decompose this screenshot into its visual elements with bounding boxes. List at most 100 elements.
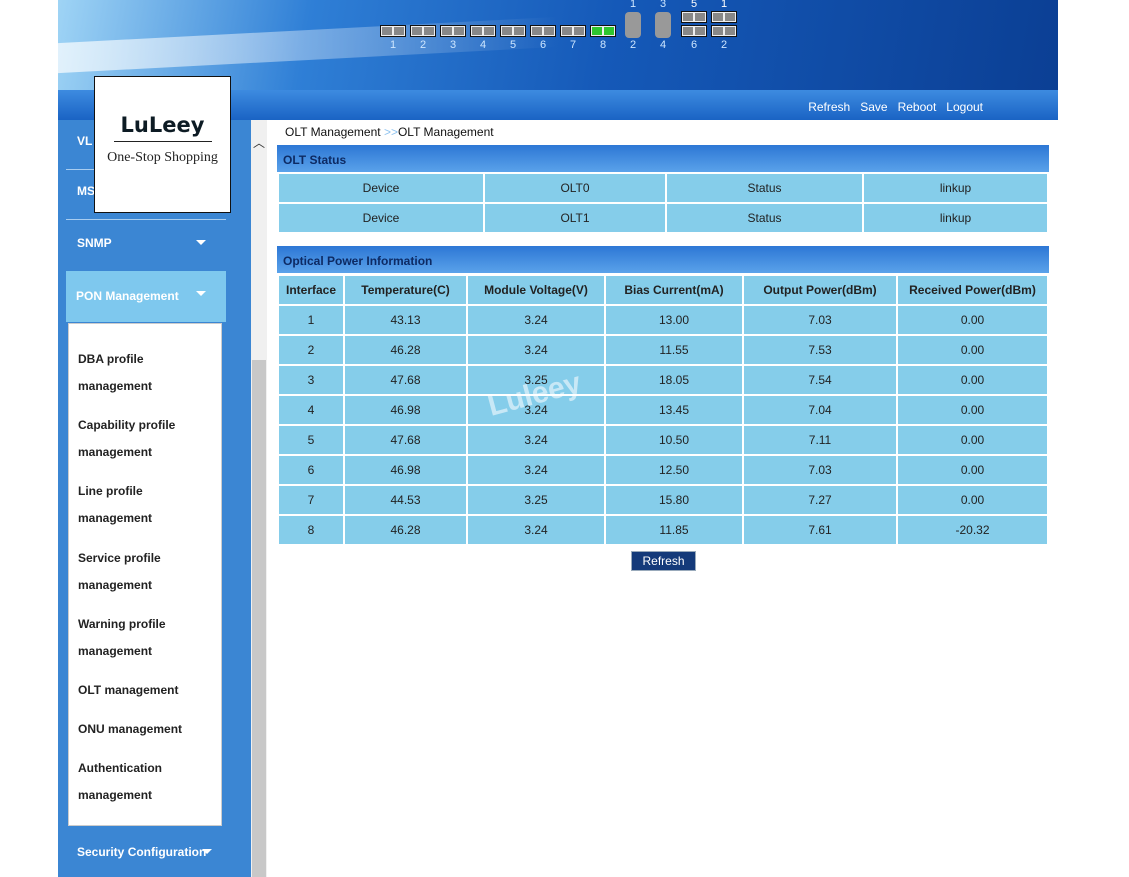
submenu-item[interactable]: Service profile management	[78, 545, 198, 599]
port-label: 2	[419, 39, 427, 51]
table-cell: 47.68	[343, 424, 468, 456]
sidebar-item-security-configuration[interactable]: Security Configuration	[66, 845, 226, 869]
table-cell: 44.53	[343, 484, 468, 516]
sfp-port-indicator	[625, 12, 641, 38]
column-header: Output Power(dBm)	[742, 274, 898, 306]
submenu-item[interactable]: Line profile management	[78, 478, 198, 532]
scrollbar-thumb[interactable]	[252, 360, 266, 877]
refresh-link[interactable]: Refresh	[808, 100, 850, 114]
table-cell: Status	[665, 172, 864, 204]
port-label: 4	[479, 39, 487, 51]
port-4-indicator	[470, 25, 496, 37]
port-5-indicator	[500, 25, 526, 37]
table-cell: 11.85	[604, 514, 744, 546]
chevron-down-icon	[202, 849, 212, 854]
pon-submenu: DBA profile management Capability profile m…	[68, 323, 222, 826]
table-cell: 7.61	[742, 514, 898, 546]
port-label: 5	[690, 0, 698, 10]
table-row: 3 47.68 3.25 18.05 7.54 0.00	[277, 364, 1049, 396]
submenu-item[interactable]: Authentication management	[78, 755, 198, 809]
submenu-item[interactable]: Capability profile management	[78, 412, 198, 466]
port-2-indicator	[410, 25, 436, 37]
port-3-indicator	[440, 25, 466, 37]
table-row: 2 46.28 3.24 11.55 7.53 0.00	[277, 334, 1049, 366]
submenu-item[interactable]: DBA profile management	[78, 346, 198, 400]
table-cell: 46.28	[343, 514, 468, 546]
uplink-port-indicator	[711, 11, 737, 23]
uplink-port-indicator	[711, 25, 737, 37]
table-cell: 3.25	[466, 484, 606, 516]
table-cell: 10.50	[604, 424, 744, 456]
port-6-indicator	[530, 25, 556, 37]
column-header: Module Voltage(V)	[466, 274, 606, 306]
chevron-down-icon	[196, 291, 206, 296]
table-cell: linkup	[862, 202, 1049, 234]
table-cell: OLT1	[483, 202, 667, 234]
sfp-port-indicator	[655, 12, 671, 38]
table-cell: 3.24	[466, 304, 606, 336]
sidebar: VL MS SNMP PON Management DBA profile man…	[58, 120, 251, 877]
table-cell: 15.80	[604, 484, 744, 516]
table-cell: 3.24	[466, 454, 606, 486]
sidebar-item-snmp[interactable]: SNMP	[66, 236, 226, 260]
table-cell: 12.50	[604, 454, 744, 486]
table-cell: 3.24	[466, 334, 606, 366]
table-cell: 1	[277, 304, 345, 336]
uplink-port-indicator	[681, 25, 707, 37]
port-label: 2	[720, 39, 728, 51]
port-7-indicator	[560, 25, 586, 37]
table-row: 8 46.28 3.24 11.85 7.61 -20.32	[277, 514, 1049, 546]
table-row: 6 46.98 3.24 12.50 7.03 0.00	[277, 454, 1049, 486]
table-cell: linkup	[862, 172, 1049, 204]
table-cell: 7.53	[742, 334, 898, 366]
logout-link[interactable]: Logout	[946, 100, 983, 114]
submenu-item[interactable]: OLT management	[78, 677, 198, 704]
port-8-indicator	[590, 25, 616, 37]
refresh-button[interactable]: Refresh	[631, 551, 696, 571]
table-cell: 7.54	[742, 364, 898, 396]
table-cell: 46.28	[343, 334, 468, 366]
table-row: 7 44.53 3.25 15.80 7.27 0.00	[277, 484, 1049, 516]
table-cell: 47.68	[343, 364, 468, 396]
port-label: 1	[720, 0, 728, 10]
table-cell: 2	[277, 334, 345, 366]
sidebar-item-pon-management[interactable]: PON Management	[66, 271, 226, 322]
table-cell: OLT0	[483, 172, 667, 204]
column-header: Temperature(C)	[343, 274, 468, 306]
optical-power-table: Interface Temperature(C) Module Voltage(V)…	[277, 274, 1049, 546]
olt-status-title: OLT Status	[277, 145, 1049, 172]
table-cell: 13.45	[604, 394, 744, 426]
table-cell: Device	[277, 172, 485, 204]
breadcrumb-separator: >>	[383, 125, 398, 139]
table-cell: 0.00	[896, 484, 1049, 516]
port-1-indicator	[380, 25, 406, 37]
port-label: 7	[569, 39, 577, 51]
table-cell: 0.00	[896, 364, 1049, 396]
table-cell: 8	[277, 514, 345, 546]
port-label: 6	[690, 39, 698, 51]
table-cell: Status	[665, 202, 864, 234]
save-link[interactable]: Save	[860, 100, 887, 114]
reboot-link[interactable]: Reboot	[898, 100, 937, 114]
table-cell: 7.04	[742, 394, 898, 426]
breadcrumb-parent[interactable]: OLT Management	[285, 125, 381, 139]
sidebar-scrollbar[interactable]: ︿	[251, 120, 267, 877]
table-cell: 7.03	[742, 454, 898, 486]
table-row: 1 43.13 3.24 13.00 7.03 0.00	[277, 304, 1049, 336]
breadcrumb: OLT Management >>OLT Management	[285, 125, 494, 139]
table-cell: 0.00	[896, 334, 1049, 366]
port-label: 1	[629, 0, 637, 10]
submenu-item[interactable]: Warning profile management	[78, 611, 198, 665]
table-cell: 6	[277, 454, 345, 486]
port-label: 3	[449, 39, 457, 51]
table-cell: 0.00	[896, 394, 1049, 426]
chevron-up-icon[interactable]: ︿	[253, 134, 265, 151]
port-label: 5	[509, 39, 517, 51]
table-cell: 5	[277, 424, 345, 456]
submenu-item[interactable]: ONU management	[78, 716, 198, 743]
column-header: Received Power(dBm)	[896, 274, 1049, 306]
port-label: 8	[599, 39, 607, 51]
column-header: Bias Current(mA)	[604, 274, 744, 306]
table-cell: 7.03	[742, 304, 898, 336]
table-row: 4 46.98 3.24 13.45 7.04 0.00	[277, 394, 1049, 426]
